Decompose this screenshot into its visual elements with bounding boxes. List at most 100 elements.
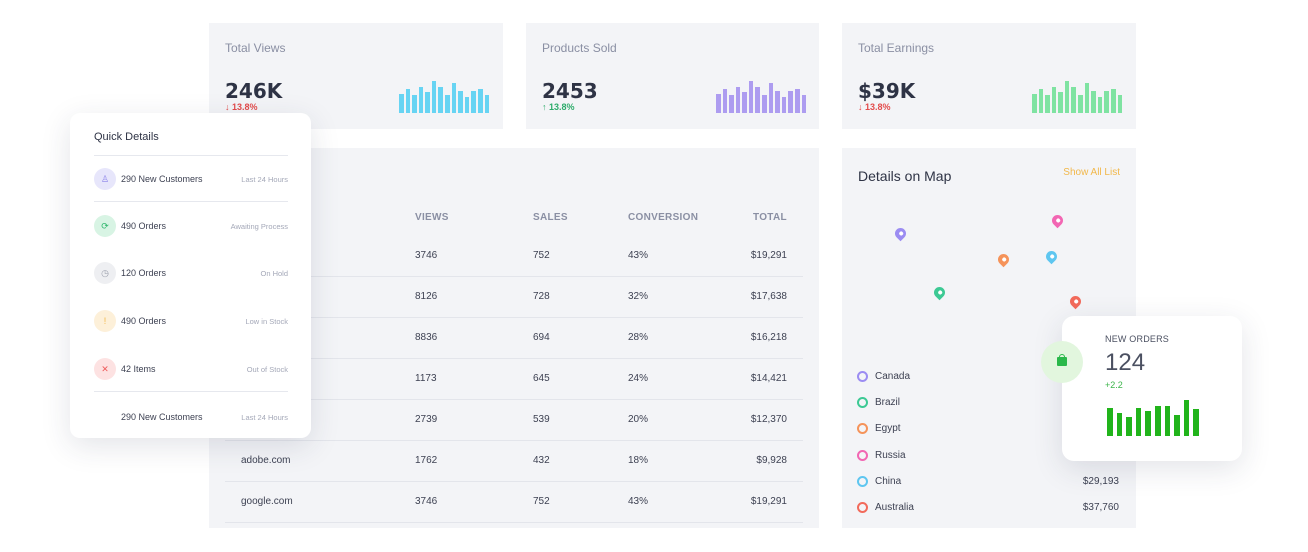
map-pin-icon[interactable] (892, 225, 909, 242)
mini-bar (1045, 95, 1050, 113)
total-cell: $17,638 (750, 291, 787, 302)
total-cell: $14,421 (750, 373, 787, 384)
arrow-up-icon: ↑ (542, 102, 547, 112)
user-plus-icon: ♙ (94, 168, 116, 190)
order-bar (1154, 405, 1161, 436)
views-cell: 1762 (415, 455, 438, 466)
legend-dot-icon (857, 502, 868, 513)
legend-dot-icon (857, 476, 868, 487)
map-pin-icon[interactable] (931, 284, 948, 301)
mini-bar (477, 89, 483, 113)
stat-delta: ↑ 13.8% (542, 102, 575, 112)
cross-icon: ✕ (94, 358, 116, 380)
new-orders-bar-chart (1107, 398, 1199, 436)
table-row[interactable]: 1173 645 24% $14,421 (225, 359, 803, 400)
country-name: Russia (875, 450, 906, 461)
quick-detail-meta: Low in Stock (245, 317, 288, 326)
mini-bar (1032, 93, 1037, 113)
mini-bar (755, 87, 761, 113)
mini-bar (438, 87, 444, 113)
sales-cell: 539 (533, 414, 550, 425)
views-cell: 2739 (415, 414, 438, 425)
mini-bar (1051, 87, 1057, 113)
order-bar (1174, 415, 1180, 436)
refresh-icon: ⟳ (94, 215, 116, 237)
stat-card-products: Products Sold 2453 ↑ 13.8% (526, 23, 819, 129)
mini-bar (742, 92, 747, 113)
mini-bar (425, 92, 430, 113)
legend-item: China $29,193 (857, 475, 1119, 489)
order-bar (1193, 409, 1199, 436)
mini-bar-chart (1032, 81, 1123, 113)
total-cell: $16,218 (750, 332, 787, 343)
quick-detail-item[interactable]: ♙ 290 New Customers Last 24 Hours (94, 168, 288, 190)
table-row[interactable]: 2739 539 20% $12,370 (225, 400, 803, 441)
country-name: Brazil (875, 397, 901, 408)
quick-detail-item[interactable]: ⟳ 490 Orders Awaiting Process (94, 215, 288, 237)
mini-bar (729, 95, 734, 113)
table-row[interactable]: 3746 752 43% $19,291 (225, 236, 803, 277)
quick-detail-label: 120 Orders (121, 268, 167, 278)
quick-detail-meta: Last 24 Hours (241, 413, 288, 422)
map-pin-icon[interactable] (1067, 293, 1084, 310)
quick-detail-meta: Last 24 Hours (241, 175, 288, 184)
map-pin-icon[interactable] (1049, 212, 1066, 229)
source-cell: google.com (241, 496, 293, 507)
mini-bar (735, 87, 741, 113)
quick-detail-item[interactable]: ✕ 42 Items Out of Stock (94, 358, 288, 380)
table-row[interactable]: 8836 694 28% $16,218 (225, 318, 803, 359)
mini-bar (464, 97, 470, 113)
source-cell: adobe.com (241, 455, 291, 466)
total-cell: $12,370 (750, 414, 787, 425)
table-row[interactable]: adobe.com 1762 432 18% $9,928 (225, 441, 803, 482)
pause-icon: ◷ (94, 262, 116, 284)
table-row[interactable]: google.com 3746 752 43% $19,291 (225, 482, 803, 523)
mini-bar (722, 89, 728, 113)
mini-bar (458, 90, 463, 113)
conversion-cell: 28% (628, 332, 649, 343)
order-bar (1126, 417, 1132, 436)
mini-bar (775, 90, 780, 113)
total-cell: $19,291 (750, 496, 787, 507)
quick-detail-label: 42 Items (121, 364, 156, 374)
legend-dot-icon (857, 397, 868, 408)
alert-icon: ! (94, 310, 116, 332)
divider (94, 155, 288, 156)
map-pin-icon[interactable] (1043, 248, 1060, 265)
quick-detail-item[interactable]: ! 490 Orders Low in Stock (94, 310, 288, 332)
mini-bar (781, 97, 787, 113)
mini-bar (471, 90, 476, 113)
divider (94, 391, 288, 392)
mini-bar (484, 95, 490, 113)
country-name: Canada (875, 371, 911, 382)
mini-bar (768, 82, 774, 113)
mini-bar (1097, 97, 1103, 113)
mini-bar-chart (399, 81, 490, 113)
conversion-cell: 24% (628, 373, 649, 384)
table-row[interactable]: 8126 728 32% $17,638 (225, 277, 803, 318)
new-orders-delta: +2.2 (1105, 380, 1123, 390)
total-cell: $9,928 (756, 455, 787, 466)
quick-detail-item[interactable]: 290 New Customers Last 24 Hours (94, 406, 288, 428)
new-orders-card: NEW ORDERS 124 +2.2 (1062, 316, 1242, 461)
quick-details-title: Quick Details (94, 131, 159, 143)
quick-detail-meta: On Hold (260, 269, 288, 278)
mini-bar (412, 95, 417, 113)
mini-bar (1110, 89, 1116, 113)
column-header-total: TOTAL (753, 212, 787, 223)
stat-title: Total Views (225, 41, 286, 55)
stat-value: $39K (858, 79, 916, 103)
views-cell: 3746 (415, 250, 438, 261)
map-pin-icon[interactable] (995, 251, 1012, 268)
mini-bar (801, 95, 807, 113)
country-name: China (875, 476, 902, 487)
quick-detail-label: 490 Orders (121, 316, 167, 326)
legend-dot-icon (857, 450, 868, 461)
new-orders-label: NEW ORDERS (1105, 334, 1170, 344)
quick-detail-item[interactable]: ◷ 120 Orders On Hold (94, 262, 288, 284)
quick-detail-meta: Awaiting Process (230, 222, 288, 231)
show-all-list-link[interactable]: Show All List (1063, 167, 1120, 178)
quick-detail-meta: Out of Stock (246, 365, 288, 374)
legend-dot-icon (857, 423, 868, 434)
stat-card-earnings: Total Earnings $39K ↓ 13.8% (842, 23, 1136, 129)
